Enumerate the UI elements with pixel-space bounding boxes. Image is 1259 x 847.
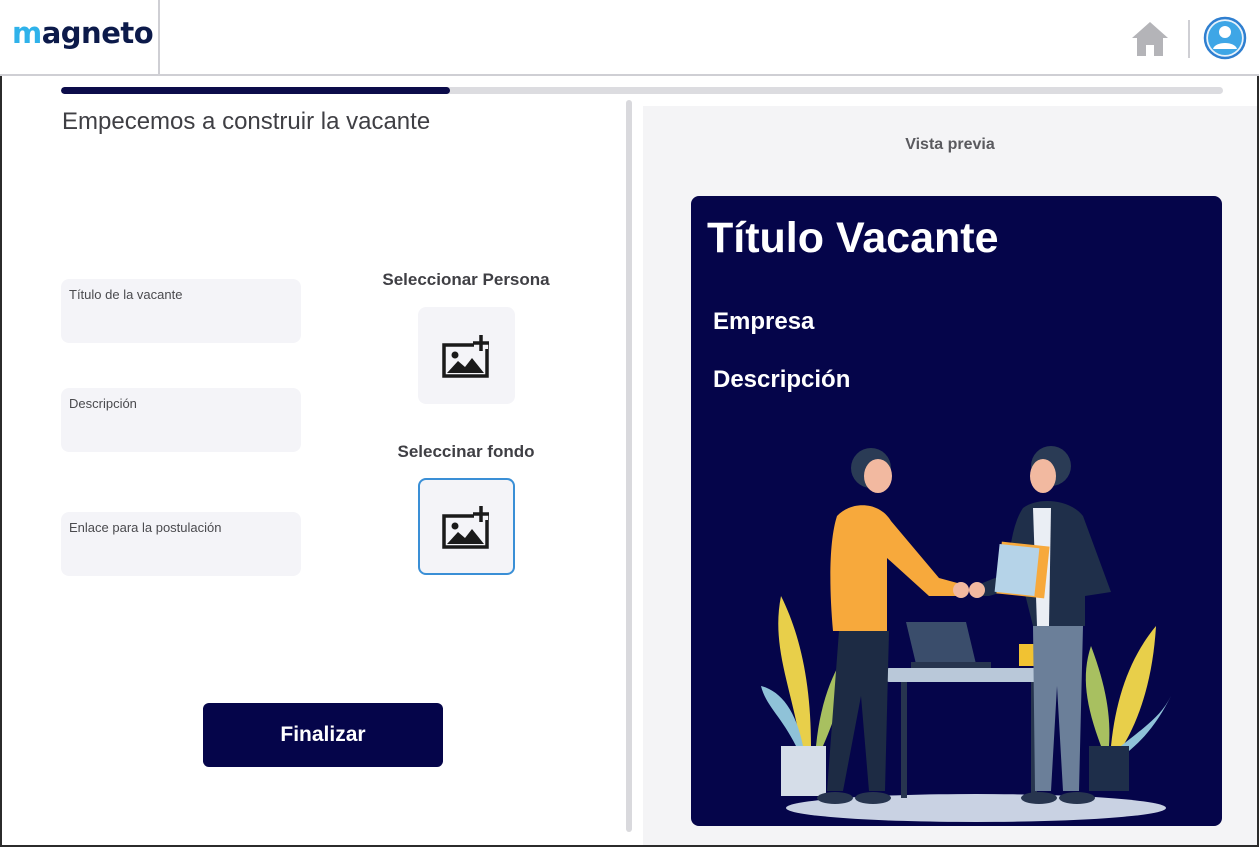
top-header: magneto [0, 0, 1259, 76]
vacancy-preview-card: Título Vacante Empresa Descripción [691, 196, 1222, 826]
select-background-label: Seleccinar fondo [397, 442, 535, 461]
description-label: Descripción [69, 396, 137, 411]
preview-panel: Vista previa Título Vacante Empresa Desc… [643, 106, 1257, 845]
job-title-label: Título de la vacante [69, 287, 183, 302]
progress-bar [61, 87, 1223, 94]
logo-text: agneto [41, 16, 154, 50]
logo-area: magneto [0, 0, 160, 74]
card-description: Descripción [713, 366, 851, 393]
description-field[interactable]: Descripción [61, 388, 301, 452]
user-avatar-button[interactable] [1203, 16, 1247, 60]
finish-button[interactable]: Finalizar [203, 703, 443, 767]
add-image-icon [441, 334, 489, 378]
card-company: Empresa [713, 308, 815, 335]
preview-title: Vista previa [905, 136, 995, 153]
home-icon [1132, 22, 1168, 56]
card-title: Título Vacante [707, 214, 999, 262]
user-avatar-icon [1203, 16, 1247, 60]
select-person-button[interactable] [418, 307, 515, 404]
select-background-button[interactable] [418, 478, 515, 575]
page-title: Empecemos a construir la vacante [62, 108, 431, 135]
plant-right [1085, 626, 1171, 791]
handshake-illustration [761, 446, 1171, 822]
logo-accent-letter: m [12, 16, 42, 50]
application-link-field[interactable]: Enlace para la postulación [61, 512, 301, 576]
select-person-label: Seleccionar Persona [382, 270, 550, 289]
application-link-label: Enlace para la postulación [69, 520, 222, 535]
header-divider [1188, 20, 1190, 58]
magneto-logo[interactable]: magneto [12, 16, 154, 50]
home-button[interactable] [1130, 20, 1170, 58]
progress-fill [61, 87, 451, 94]
add-image-icon [441, 505, 489, 549]
panel-splitter[interactable] [626, 100, 632, 832]
job-title-field[interactable]: Título de la vacante [61, 279, 301, 343]
